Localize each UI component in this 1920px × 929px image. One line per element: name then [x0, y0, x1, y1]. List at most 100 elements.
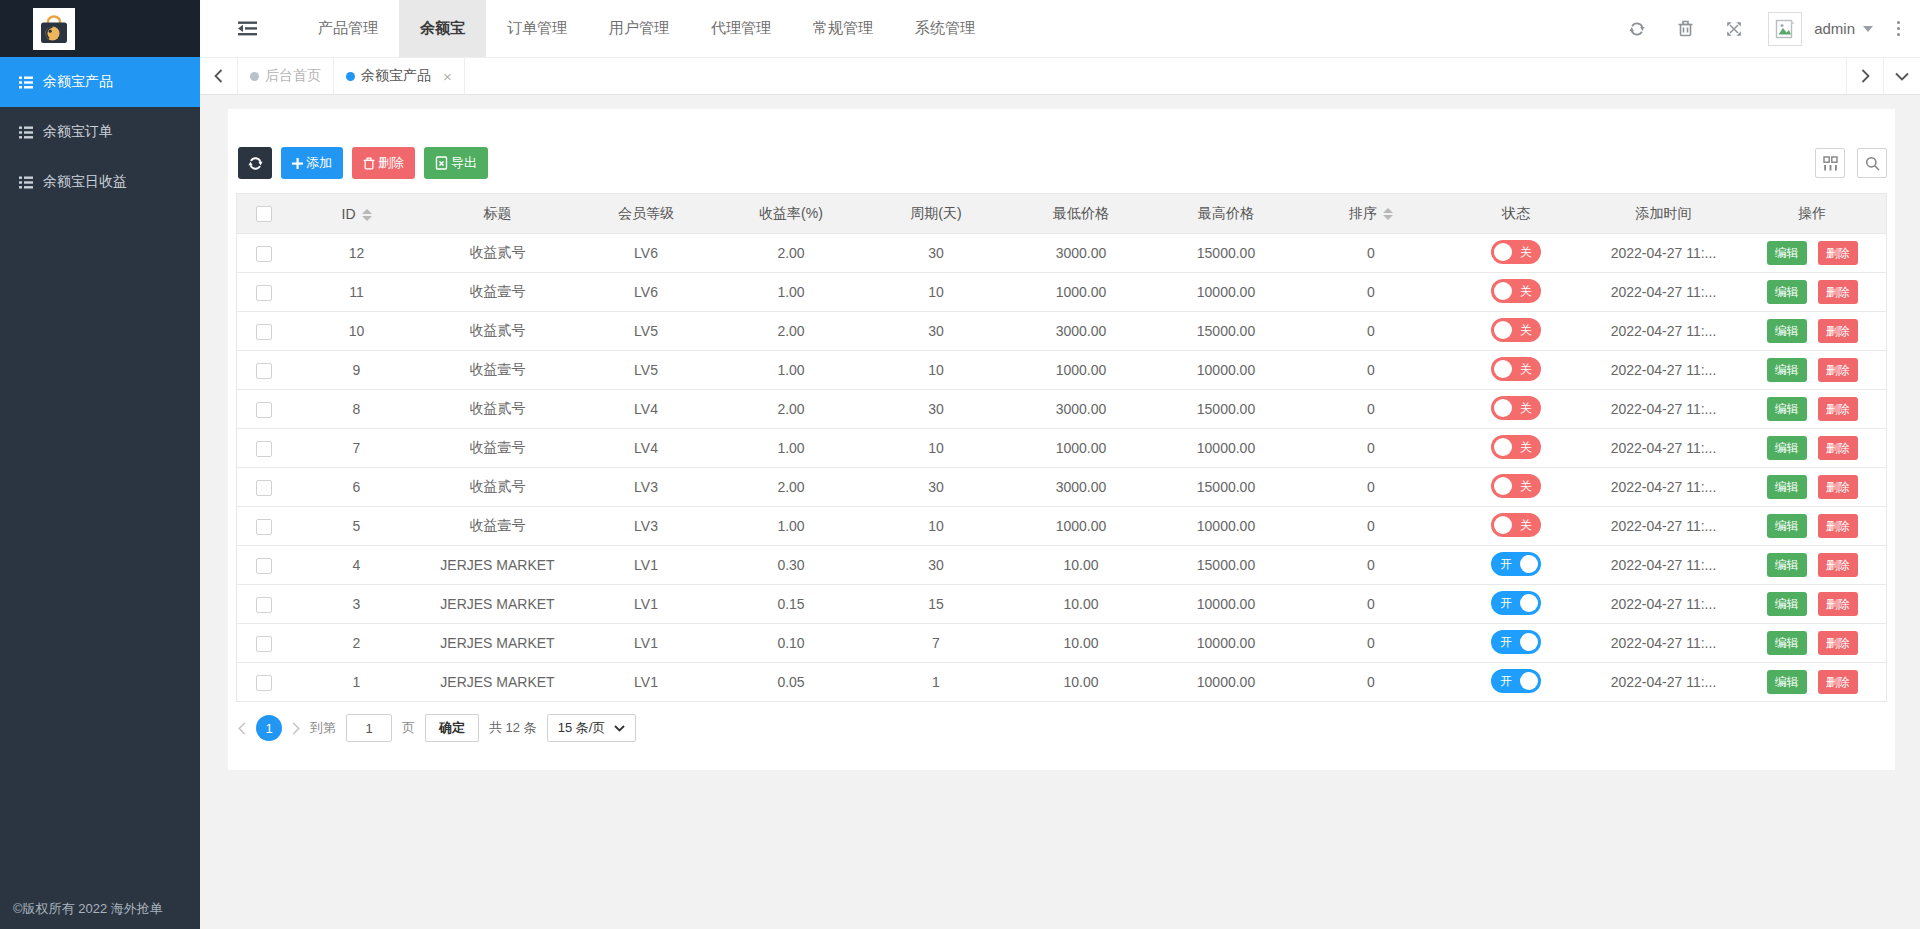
tabs-next-icon[interactable] — [1846, 58, 1883, 94]
nav-item[interactable]: 产品管理 — [297, 0, 399, 57]
sort-icon[interactable] — [362, 209, 372, 221]
username[interactable]: admin — [1814, 20, 1855, 37]
user-caret-icon[interactable] — [1863, 26, 1873, 32]
delete-row-button[interactable]: 删除 — [1818, 280, 1858, 304]
row-checkbox[interactable] — [256, 558, 272, 574]
delete-row-button[interactable]: 删除 — [1818, 631, 1858, 655]
status-toggle[interactable]: 关 — [1491, 513, 1541, 537]
delete-row-button[interactable]: 删除 — [1818, 670, 1858, 694]
row-checkbox[interactable] — [256, 441, 272, 457]
delete-row-button[interactable]: 删除 — [1818, 553, 1858, 577]
app-logo[interactable] — [33, 8, 75, 50]
select-all-checkbox[interactable] — [256, 206, 272, 222]
delete-row-button[interactable]: 删除 — [1818, 241, 1858, 265]
current-page[interactable]: 1 — [256, 715, 282, 741]
edit-button[interactable]: 编辑 — [1767, 475, 1807, 499]
status-toggle[interactable]: 关 — [1491, 474, 1541, 498]
edit-button[interactable]: 编辑 — [1767, 319, 1807, 343]
status-toggle[interactable]: 关 — [1491, 318, 1541, 342]
row-checkbox[interactable] — [256, 597, 272, 613]
column-filter-button[interactable] — [1815, 148, 1845, 178]
edit-button[interactable]: 编辑 — [1767, 631, 1807, 655]
column-header[interactable]: 排序 — [1299, 194, 1444, 234]
table-header: ID标题会员等级收益率(%)周期(天)最低价格最高价格排序状态添加时间操作 — [237, 194, 1887, 234]
delete-row-button[interactable]: 删除 — [1818, 397, 1858, 421]
sidebar-menu: 余额宝产品余额宝订单余额宝日收益 — [0, 57, 200, 207]
edit-button[interactable]: 编辑 — [1767, 397, 1807, 421]
edit-button[interactable]: 编辑 — [1767, 241, 1807, 265]
row-checkbox[interactable] — [256, 285, 272, 301]
status-toggle[interactable]: 开 — [1491, 591, 1541, 615]
edit-button[interactable]: 编辑 — [1767, 436, 1807, 460]
tab[interactable]: 余额宝产品× — [333, 58, 465, 94]
nav-item[interactable]: 用户管理 — [588, 0, 690, 57]
status-toggle[interactable]: 开 — [1491, 669, 1541, 693]
more-menu-icon[interactable] — [1897, 21, 1900, 36]
sidebar-item[interactable]: 余额宝日收益 — [0, 157, 200, 207]
delete-button[interactable]: 删除 — [352, 147, 415, 179]
copyright-footer: ©版权所有 2022 海外抢单 — [13, 900, 163, 918]
topbar-actions: admin — [1596, 12, 1900, 46]
sidebar-item[interactable]: 余额宝产品 — [0, 57, 200, 107]
row-checkbox[interactable] — [256, 636, 272, 652]
edit-button[interactable]: 编辑 — [1767, 670, 1807, 694]
delete-row-button[interactable]: 删除 — [1818, 358, 1858, 382]
refresh-icon[interactable] — [1629, 21, 1645, 37]
row-checkbox[interactable] — [256, 363, 272, 379]
total-count: 共 12 条 — [489, 719, 537, 737]
per-page-select[interactable]: 15 条/页 — [547, 714, 637, 742]
edit-button[interactable]: 编辑 — [1767, 553, 1807, 577]
sort-icon[interactable] — [1383, 208, 1393, 220]
tab-dot — [346, 72, 355, 81]
status-toggle[interactable]: 开 — [1491, 552, 1541, 576]
next-page-icon[interactable] — [292, 722, 300, 735]
nav-item[interactable]: 代理管理 — [690, 0, 792, 57]
sidebar-item[interactable]: 余额宝订单 — [0, 107, 200, 157]
list-icon — [19, 76, 33, 89]
refresh-table-button[interactable] — [238, 147, 272, 179]
confirm-page-button[interactable]: 确定 — [425, 714, 479, 742]
nav-item[interactable]: 常规管理 — [792, 0, 894, 57]
search-button[interactable] — [1857, 148, 1887, 178]
user-avatar[interactable] — [1768, 12, 1802, 46]
tabs-menu-icon[interactable] — [1883, 58, 1920, 94]
status-toggle[interactable]: 关 — [1491, 279, 1541, 303]
nav-item[interactable]: 订单管理 — [486, 0, 588, 57]
tabs-prev-icon[interactable] — [200, 58, 237, 94]
row-checkbox[interactable] — [256, 519, 272, 535]
status-toggle[interactable]: 关 — [1491, 240, 1541, 264]
row-checkbox[interactable] — [256, 246, 272, 262]
trash-icon[interactable] — [1678, 20, 1693, 37]
fullscreen-icon[interactable] — [1726, 21, 1742, 37]
nav-item[interactable]: 系统管理 — [894, 0, 996, 57]
delete-row-button[interactable]: 删除 — [1818, 319, 1858, 343]
status-toggle[interactable]: 开 — [1491, 630, 1541, 654]
delete-row-button[interactable]: 删除 — [1818, 514, 1858, 538]
delete-row-button[interactable]: 删除 — [1818, 436, 1858, 460]
delete-row-button[interactable]: 删除 — [1818, 592, 1858, 616]
edit-button[interactable]: 编辑 — [1767, 592, 1807, 616]
row-checkbox[interactable] — [256, 675, 272, 691]
delete-row-button[interactable]: 删除 — [1818, 475, 1858, 499]
tab[interactable]: 后台首页 — [237, 58, 333, 94]
row-checkbox[interactable] — [256, 402, 272, 418]
sidebar-fold-icon[interactable] — [238, 21, 257, 36]
column-header[interactable]: ID — [292, 194, 422, 234]
add-button[interactable]: 添加 — [281, 147, 343, 179]
row-checkbox[interactable] — [256, 480, 272, 496]
page-input[interactable] — [346, 714, 392, 742]
tab-close-icon[interactable]: × — [443, 68, 452, 85]
status-toggle[interactable]: 关 — [1491, 357, 1541, 381]
edit-button[interactable]: 编辑 — [1767, 358, 1807, 382]
export-button[interactable]: 导出 — [424, 147, 488, 179]
prev-page-icon[interactable] — [238, 722, 246, 735]
status-toggle[interactable]: 关 — [1491, 435, 1541, 459]
column-header: 添加时间 — [1589, 194, 1739, 234]
edit-button[interactable]: 编辑 — [1767, 514, 1807, 538]
edit-button[interactable]: 编辑 — [1767, 280, 1807, 304]
status-toggle[interactable]: 关 — [1491, 396, 1541, 420]
row-checkbox[interactable] — [256, 324, 272, 340]
nav-item[interactable]: 余额宝 — [399, 0, 486, 57]
column-header: 最高价格 — [1154, 194, 1299, 234]
tabbar: 后台首页余额宝产品× — [200, 57, 1920, 95]
